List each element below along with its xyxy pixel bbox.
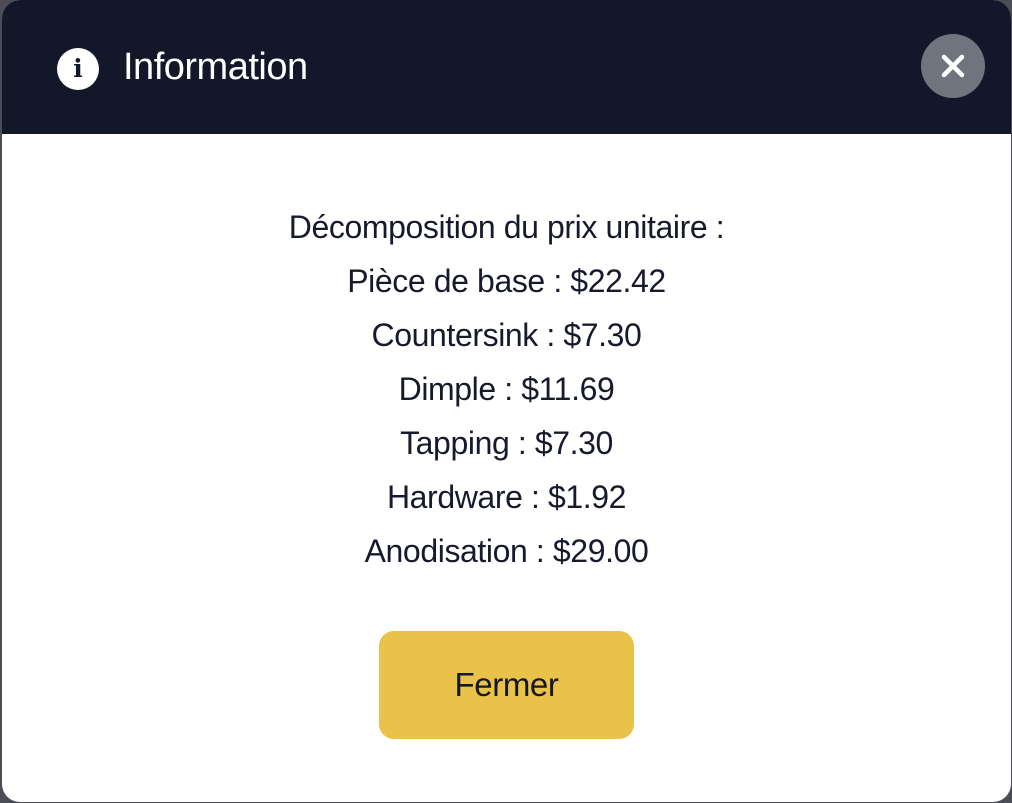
fermer-button[interactable]: Fermer [379, 631, 634, 739]
price-line-base-part: Pièce de base : $22.42 [347, 263, 666, 299]
close-icon [941, 54, 965, 78]
close-dialog-button[interactable] [921, 34, 985, 98]
dialog-body: Décomposition du prix unitaire : Pièce d… [2, 134, 1011, 802]
price-line-countersink: Countersink : $7.30 [371, 317, 642, 353]
price-line-tapping: Tapping : $7.30 [400, 425, 613, 461]
dialog-header: i Information [2, 0, 1011, 134]
price-breakdown-message: Décomposition du prix unitaire : Pièce d… [2, 200, 1011, 578]
message-heading: Décomposition du prix unitaire : [288, 209, 725, 245]
price-line-dimple: Dimple : $11.69 [398, 371, 615, 407]
information-dialog: i Information Décomposition du prix unit… [2, 0, 1011, 802]
price-line-hardware: Hardware : $1.92 [386, 479, 627, 515]
info-circle-icon: i [57, 48, 99, 90]
price-line-anodisation: Anodisation : $29.00 [364, 533, 649, 569]
dialog-title: Information [123, 46, 308, 88]
